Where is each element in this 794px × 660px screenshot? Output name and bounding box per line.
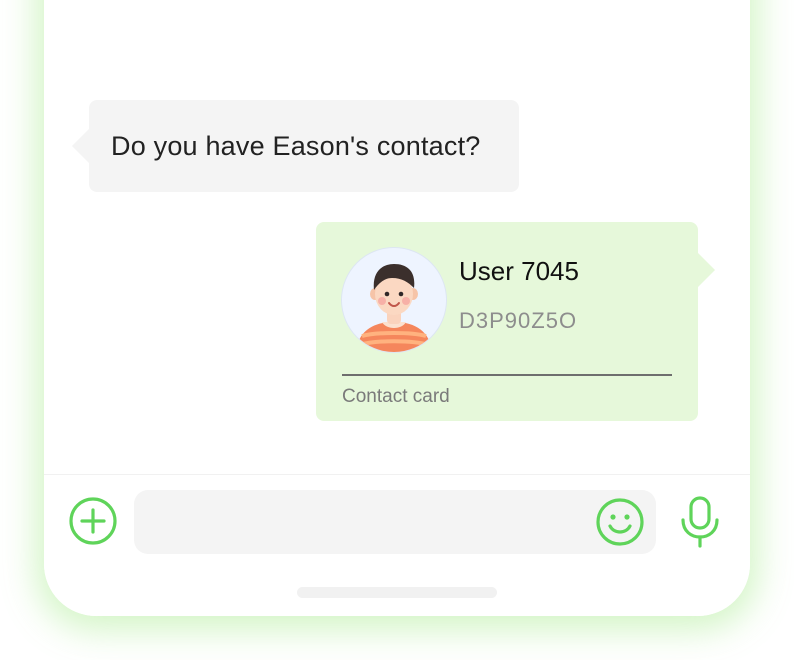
plus-circle-icon[interactable] (68, 496, 118, 546)
card-divider (342, 374, 672, 376)
incoming-message-bubble[interactable]: Do you have Eason's contact? (72, 100, 519, 192)
contact-id: D3P90Z5O (459, 308, 578, 333)
message-input[interactable] (134, 490, 656, 554)
chat-area[interactable]: Do you have Eason's contact? User 7045 D… (44, 0, 750, 474)
contact-card-bubble[interactable]: User 7045 D3P90Z5O Contact card (316, 222, 715, 421)
smiley-icon[interactable] (595, 497, 645, 547)
screen: Do you have Eason's contact? User 7045 D… (0, 0, 794, 660)
phone-frame: Do you have Eason's contact? User 7045 D… (44, 0, 750, 616)
contact-card-label: Contact card (342, 386, 450, 407)
composer-bar (44, 474, 750, 616)
home-indicator[interactable] (297, 587, 497, 598)
contact-name: User 7045 (459, 256, 579, 286)
microphone-icon[interactable] (678, 496, 722, 548)
incoming-message-text: Do you have Eason's contact? (111, 130, 481, 161)
boy-avatar-icon[interactable] (342, 248, 446, 352)
